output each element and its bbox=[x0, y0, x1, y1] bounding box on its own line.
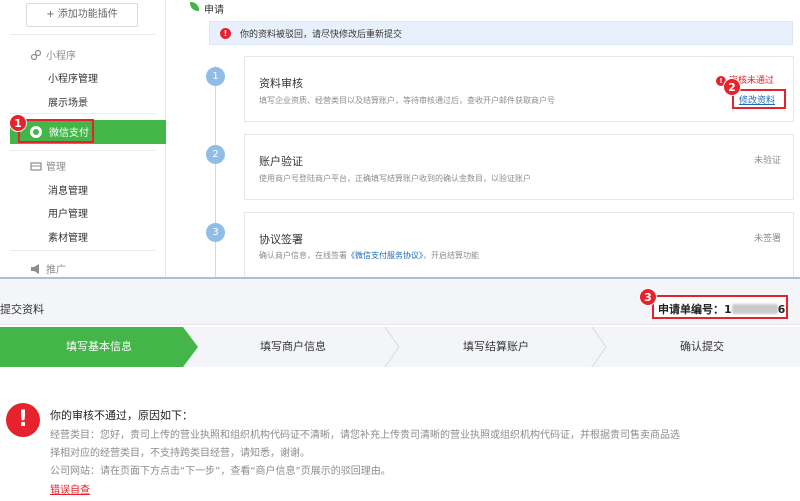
progress-step-settlement: 填写结算账户 bbox=[463, 340, 529, 353]
submit-title: 提交资料 bbox=[0, 303, 44, 316]
bottom-panel: 提交资料 申请单编号：1 6 3 填写基本信息 填写商户信息 填写结算账户 确认提… bbox=[0, 279, 800, 501]
annotation-badge: 2 bbox=[723, 78, 741, 96]
big-alert-icon: ! bbox=[6, 403, 40, 437]
leaf-icon bbox=[190, 2, 199, 11]
order-number-label: 申请单编号：1 bbox=[658, 303, 732, 316]
sidebar-group-mini-program[interactable]: 小程序 bbox=[30, 47, 76, 62]
sidebar-item-material-manage[interactable]: 素材管理 bbox=[48, 229, 88, 244]
sidebar-group-manage[interactable]: 管理 bbox=[30, 158, 66, 173]
step-number: 1 bbox=[206, 67, 225, 86]
step-desc-text: ，开启结算功能 bbox=[423, 251, 479, 260]
step-desc: 使用商户号登陆商户平台，正确填写结算账户收到的确认金数目，以验证账户 bbox=[259, 174, 531, 183]
status-text: 未签署 bbox=[753, 234, 781, 244]
reject-notice: ! 你的资料被驳回，请尽快修改后重新提交 bbox=[209, 21, 793, 45]
annotation-badge: 3 bbox=[639, 288, 657, 306]
sidebar-item-display-scene[interactable]: 展示场景 bbox=[48, 94, 88, 109]
annotation-box bbox=[732, 89, 786, 109]
blurred-number bbox=[731, 304, 778, 314]
timeline-line bbox=[215, 66, 216, 277]
progress-step-merchant: 填写商户信息 bbox=[260, 340, 326, 353]
error-self-check-link[interactable]: 错误自查 bbox=[50, 481, 90, 496]
page-title-text: 申请 bbox=[204, 5, 224, 16]
step-card-sign: 协议签署 确认商户信息，在线签署《微信支付服务协议》，开启结算功能 未签署 bbox=[244, 212, 794, 277]
reject-reasons: ! 你的审核不通过，原因如下： 经营类目：您好，贵司上传的营业执照和组织机构代码… bbox=[0, 399, 800, 501]
reject-title: 你的审核不通过，原因如下： bbox=[50, 409, 193, 422]
annotation-badge: 1 bbox=[9, 114, 27, 132]
step-desc-text: 确认商户信息，在线签署 bbox=[259, 251, 347, 260]
reject-line: 经营类目：您好，贵司上传的营业执照和组织机构代码证不清晰，请您补充上传贵司清晰的… bbox=[50, 430, 680, 441]
sidebar-item-user-manage[interactable]: 用户管理 bbox=[48, 205, 88, 220]
sidebar-divider bbox=[10, 250, 156, 251]
sidebar-item-message-manage[interactable]: 消息管理 bbox=[48, 182, 88, 197]
top-panel: + 添加功能插件 小程序 小程序管理 展示场景 微信支付 管理 消息管理 用户管… bbox=[0, 0, 800, 277]
step-title: 协议签署 bbox=[259, 233, 303, 246]
mini-program-icon bbox=[30, 49, 42, 61]
step-card-review: 资料审核 填写企业资质、经营类目以及结算账户，等待审核通过后，查收开户邮件获取商… bbox=[244, 56, 794, 122]
step-desc: 确认商户信息，在线签署《微信支付服务协议》，开启结算功能 bbox=[259, 250, 479, 261]
order-number: 申请单编号：1 6 bbox=[658, 301, 785, 317]
sidebar-group-promote[interactable]: 推广 bbox=[30, 261, 66, 276]
alert-icon: ! bbox=[220, 28, 231, 39]
sidebar-item-mini-program-manage[interactable]: 小程序管理 bbox=[48, 70, 98, 85]
agreement-link[interactable]: 《微信支付服务协议》 bbox=[347, 251, 423, 260]
step-title: 账户验证 bbox=[259, 155, 303, 168]
sidebar-divider bbox=[10, 34, 156, 35]
reject-line: 公司网站：请在页面下方点击“下一步”，查看“商户信息”页展示的驳回理由。 bbox=[50, 466, 391, 477]
step-card-verify: 账户验证 使用商户号登陆商户平台，正确填写结算账户收到的确认金数目，以验证账户 … bbox=[244, 134, 794, 200]
main-content: 申请 ! 你的资料被驳回，请尽快修改后重新提交 1 资料审核 填写企业资质、经营… bbox=[166, 0, 800, 277]
step-number: 3 bbox=[206, 223, 225, 242]
progress-step-confirm: 确认提交 bbox=[680, 340, 724, 353]
manage-icon bbox=[30, 162, 42, 171]
screenshot-root: + 添加功能插件 小程序 小程序管理 展示场景 微信支付 管理 消息管理 用户管… bbox=[0, 0, 800, 501]
sidebar-divider bbox=[10, 113, 156, 114]
sidebar-group-label: 管理 bbox=[46, 162, 66, 173]
order-number-suffix: 6 bbox=[777, 303, 786, 316]
sidebar-group-label: 推广 bbox=[46, 265, 66, 276]
annotation-box bbox=[18, 119, 94, 143]
progress-steps: 填写基本信息 填写商户信息 填写结算账户 确认提交 bbox=[0, 327, 800, 367]
step-desc: 填写企业资质、经营类目以及结算账户，等待审核通过后，查收开户邮件获取商户号 bbox=[259, 96, 555, 105]
submit-header: 提交资料 申请单编号：1 6 3 bbox=[0, 279, 800, 325]
order-number-box: 申请单编号：1 6 bbox=[652, 295, 788, 319]
step-title: 资料审核 bbox=[259, 77, 303, 90]
step-number: 2 bbox=[206, 145, 225, 164]
sidebar-divider bbox=[10, 150, 156, 151]
reject-line: 择相对应的经营类目，不支持跨类目经营，请知悉，谢谢。 bbox=[50, 448, 310, 459]
status-text: 未验证 bbox=[753, 156, 781, 166]
sidebar-group-label: 小程序 bbox=[46, 51, 76, 62]
megaphone-icon bbox=[31, 264, 39, 274]
add-plugin-button[interactable]: + 添加功能插件 bbox=[26, 3, 138, 27]
progress-step-basic: 填写基本信息 bbox=[66, 340, 132, 353]
notice-text: 你的资料被驳回，请尽快修改后重新提交 bbox=[240, 30, 403, 40]
page-title: 申请 bbox=[190, 1, 224, 16]
